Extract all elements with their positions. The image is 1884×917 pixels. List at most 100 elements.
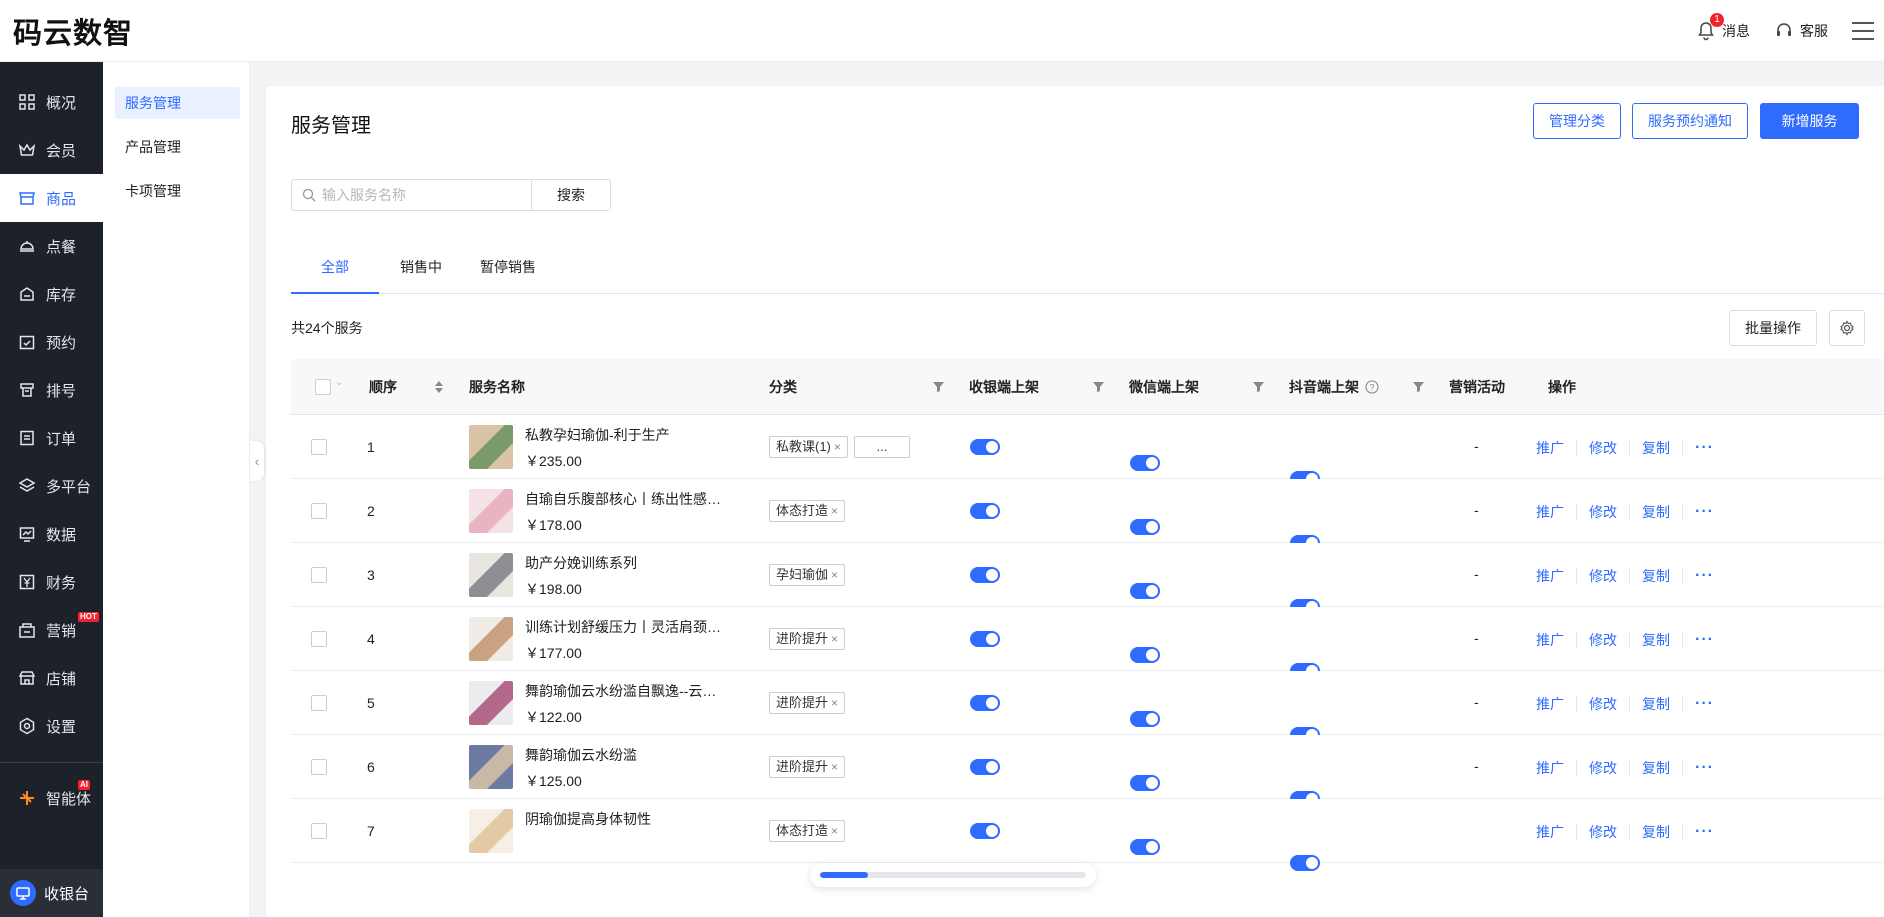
edit-link[interactable]: 修改	[1589, 566, 1617, 586]
filter-icon[interactable]	[1253, 381, 1264, 392]
close-icon[interactable]: ×	[831, 568, 838, 582]
copy-link[interactable]: 复制	[1642, 566, 1670, 586]
close-icon[interactable]: ×	[831, 760, 838, 774]
more-options-icon[interactable]: ···	[1695, 503, 1714, 521]
sidebar-item-products[interactable]: 商品	[0, 174, 103, 222]
edit-link[interactable]: 修改	[1589, 630, 1617, 650]
edit-link[interactable]: 修改	[1589, 758, 1617, 778]
more-options-icon[interactable]: ···	[1695, 695, 1714, 713]
wechat-listing-toggle[interactable]	[1130, 583, 1160, 599]
pos-listing-toggle[interactable]	[970, 503, 1000, 519]
sort-icon[interactable]	[434, 379, 444, 395]
close-icon[interactable]: ×	[834, 440, 841, 454]
sidebar-item-data[interactable]: 数据	[0, 510, 103, 558]
service-name[interactable]: 阴瑜伽提高身体韧性	[525, 809, 725, 829]
promote-link[interactable]: 推广	[1536, 438, 1564, 458]
sidebar-item-members[interactable]: 会员	[0, 126, 103, 174]
service-thumbnail[interactable]	[469, 681, 513, 725]
sidebar-item-marketing[interactable]: 营销 HOT	[0, 606, 103, 654]
sidebar-item-ai-agent[interactable]: 智能体 AI	[0, 774, 103, 822]
close-icon[interactable]: ×	[831, 504, 838, 518]
customer-service-button[interactable]: 客服	[1774, 21, 1828, 41]
edit-link[interactable]: 修改	[1589, 694, 1617, 714]
search-input[interactable]	[322, 187, 522, 203]
more-options-icon[interactable]: ···	[1695, 439, 1714, 457]
sidebar-item-shop[interactable]: 店铺	[0, 654, 103, 702]
sidebar-item-orders[interactable]: 订单	[0, 414, 103, 462]
service-thumbnail[interactable]	[469, 489, 513, 533]
row-checkbox[interactable]	[311, 567, 327, 583]
douyin-listing-toggle[interactable]	[1290, 855, 1320, 871]
close-icon[interactable]: ×	[831, 824, 838, 838]
promote-link[interactable]: 推广	[1536, 566, 1564, 586]
sidebar-item-queue[interactable]: 排号	[0, 366, 103, 414]
wechat-listing-toggle[interactable]	[1130, 455, 1160, 471]
more-options-icon[interactable]: ···	[1695, 567, 1714, 585]
wechat-listing-toggle[interactable]	[1130, 519, 1160, 535]
pos-listing-toggle[interactable]	[970, 759, 1000, 775]
notifications-button[interactable]: 1 消息	[1696, 13, 1750, 41]
more-options-icon[interactable]: ···	[1695, 823, 1714, 841]
help-icon[interactable]: ?	[1365, 380, 1379, 394]
collapse-sidebar-button[interactable]: ‹	[250, 441, 264, 481]
pos-listing-toggle[interactable]	[970, 823, 1000, 839]
filter-icon[interactable]	[933, 381, 944, 392]
table-settings-button[interactable]	[1829, 310, 1865, 346]
pos-listing-toggle[interactable]	[970, 631, 1000, 647]
tab-on-sale[interactable]: 销售中	[389, 246, 453, 294]
service-thumbnail[interactable]	[469, 553, 513, 597]
sidebar-item-multi-platform[interactable]: 多平台	[0, 462, 103, 510]
subnav-item-card-management[interactable]: 卡项管理	[115, 175, 240, 207]
service-thumbnail[interactable]	[469, 425, 513, 469]
promote-link[interactable]: 推广	[1536, 822, 1564, 842]
copy-link[interactable]: 复制	[1642, 694, 1670, 714]
subnav-item-product-management[interactable]: 产品管理	[115, 131, 240, 163]
sidebar-item-overview[interactable]: 概况	[0, 78, 103, 126]
manage-category-button[interactable]: 管理分类	[1533, 103, 1621, 139]
select-all-checkbox[interactable]	[315, 379, 331, 395]
sidebar-item-finance[interactable]: 财务	[0, 558, 103, 606]
sidebar-item-settings[interactable]: 设置	[0, 702, 103, 750]
promote-link[interactable]: 推广	[1536, 694, 1564, 714]
close-icon[interactable]: ×	[831, 696, 838, 710]
service-name[interactable]: 私教孕妇瑜伽-利于生产	[525, 425, 725, 445]
chevron-down-icon[interactable]: ⌄	[335, 377, 343, 388]
promote-link[interactable]: 推广	[1536, 630, 1564, 650]
row-checkbox[interactable]	[311, 823, 327, 839]
edit-link[interactable]: 修改	[1589, 502, 1617, 522]
copy-link[interactable]: 复制	[1642, 822, 1670, 842]
edit-link[interactable]: 修改	[1589, 822, 1617, 842]
wechat-listing-toggle[interactable]	[1130, 839, 1160, 855]
subnav-item-service-management[interactable]: 服务管理	[115, 87, 240, 119]
cashier-button[interactable]: 收银台	[0, 869, 103, 917]
more-options-icon[interactable]: ···	[1695, 759, 1714, 777]
tab-paused[interactable]: 暂停销售	[471, 246, 545, 294]
pos-listing-toggle[interactable]	[970, 439, 1000, 455]
promote-link[interactable]: 推广	[1536, 502, 1564, 522]
menu-icon[interactable]	[1852, 22, 1874, 40]
wechat-listing-toggle[interactable]	[1130, 711, 1160, 727]
more-tags-button[interactable]: ...	[853, 436, 910, 458]
service-name[interactable]: 训练计划舒缓压力丨灵活肩颈理疗	[525, 617, 725, 637]
service-name[interactable]: 自瑜自乐腹部核心丨练出性感马甲线	[525, 489, 725, 509]
wechat-listing-toggle[interactable]	[1130, 647, 1160, 663]
filter-icon[interactable]	[1093, 381, 1104, 392]
copy-link[interactable]: 复制	[1642, 630, 1670, 650]
more-options-icon[interactable]: ···	[1695, 631, 1714, 649]
add-service-button[interactable]: 新增服务	[1760, 103, 1859, 139]
appointment-notice-button[interactable]: 服务预约通知	[1632, 103, 1748, 139]
service-thumbnail[interactable]	[469, 809, 513, 853]
pos-listing-toggle[interactable]	[970, 567, 1000, 583]
row-checkbox[interactable]	[311, 695, 327, 711]
service-thumbnail[interactable]	[469, 745, 513, 789]
service-thumbnail[interactable]	[469, 617, 513, 661]
sidebar-item-inventory[interactable]: 库存	[0, 270, 103, 318]
sidebar-item-ordering[interactable]: 点餐	[0, 222, 103, 270]
batch-operation-button[interactable]: 批量操作	[1729, 310, 1817, 346]
copy-link[interactable]: 复制	[1642, 502, 1670, 522]
close-icon[interactable]: ×	[831, 632, 838, 646]
row-checkbox[interactable]	[311, 759, 327, 775]
copy-link[interactable]: 复制	[1642, 438, 1670, 458]
service-name[interactable]: 舞韵瑜伽云水纷滥	[525, 745, 725, 765]
edit-link[interactable]: 修改	[1589, 438, 1617, 458]
